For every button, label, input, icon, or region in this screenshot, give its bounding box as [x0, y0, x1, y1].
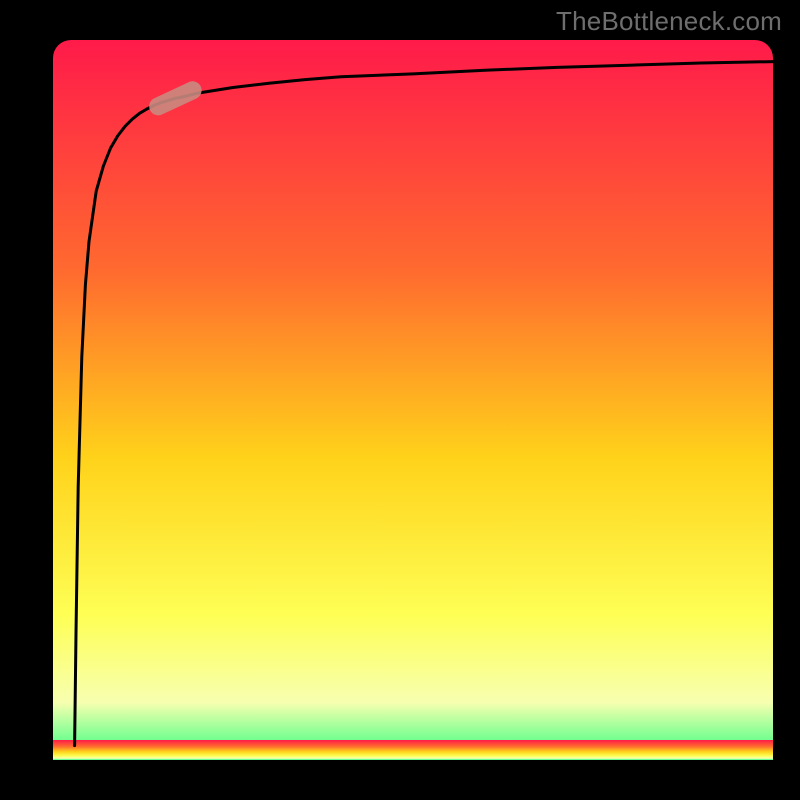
chart-stage: TheBottleneck.com — [0, 0, 800, 800]
plot-area — [53, 40, 773, 760]
bottleneck-curve-chart — [0, 0, 800, 800]
watermark-text: TheBottleneck.com — [556, 6, 782, 37]
